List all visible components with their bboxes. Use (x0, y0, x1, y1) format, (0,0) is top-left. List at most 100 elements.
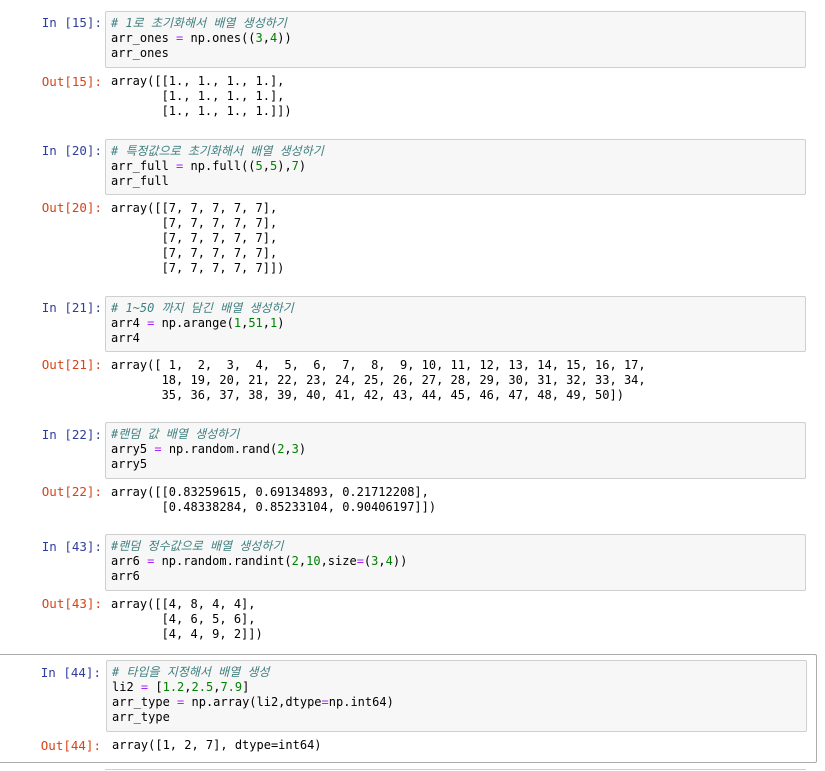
code-token: 2 (291, 554, 299, 568)
input-prompt: In [20]: (41, 143, 102, 158)
code-token: np.arange( (154, 316, 234, 330)
code-line: arr4 (111, 331, 800, 346)
cell-output: array([[1., 1., 1., 1.], [1., 1., 1., 1.… (111, 74, 292, 119)
code-comment: # 특정값으로 초기화해서 배열 생성하기 (111, 144, 324, 158)
output-line: array([[4, 8, 4, 4], (111, 597, 256, 611)
output-line: array([ 1, 2, 3, 4, 5, 6, 7, 8, 9, 10, 1… (111, 358, 646, 372)
output-line: [7, 7, 7, 7, 7], (111, 231, 278, 245)
code-line: arr_type (112, 710, 801, 725)
output-prompt: Out[15]: (41, 74, 102, 89)
cell-output: array([[0.83259615, 0.69134893, 0.217122… (111, 485, 436, 515)
output-line: 18, 19, 20, 21, 22, 23, 24, 25, 26, 27, … (111, 373, 646, 387)
code-token: , (262, 159, 270, 173)
code-token: = (321, 695, 329, 709)
output-prompt: Out[22]: (41, 484, 102, 499)
code-editor[interactable]: # 1~50 까지 담긴 배열 생성하기 arr4 = np.arange(1,5… (105, 296, 806, 352)
code-comment: # 1~50 까지 담긴 배열 생성하기 (111, 301, 294, 315)
code-comment: #랜덤 값 배열 생성하기 (111, 427, 240, 441)
output-line: array([1, 2, 7], dtype=int64) (112, 738, 322, 752)
output-prompt: Out[44]: (40, 738, 101, 753)
code-token: )) (392, 554, 408, 568)
code-line: arr_full = np.full((5,5),7) (111, 159, 800, 174)
cell-output: array([ 1, 2, 3, 4, 5, 6, 7, 8, 9, 10, 1… (111, 358, 646, 403)
code-editor[interactable]: # 1로 초기화해서 배열 생성하기 arr_ones = np.ones((3,… (105, 11, 806, 68)
code-token: ) (277, 316, 285, 330)
code-token: arry5 (111, 457, 148, 471)
code-token: arr6 (111, 569, 140, 583)
code-token: , (184, 680, 192, 694)
code-token: arr_type (112, 695, 178, 709)
code-line: arr6 = np.random.randint(2,10,size=(3,4)… (111, 554, 800, 569)
input-prompt: In [22]: (41, 427, 102, 442)
output-line: [7, 7, 7, 7, 7]]) (111, 261, 285, 275)
code-editor[interactable]: # 특정값으로 초기화해서 배열 생성하기 arr_full = np.full(… (105, 139, 806, 195)
input-prompt: In [44]: (40, 665, 101, 680)
output-line: [4, 4, 9, 2]]) (111, 627, 263, 641)
code-token: 3 (291, 442, 299, 456)
code-line: # 특정값으로 초기화해서 배열 생성하기 (111, 144, 800, 159)
output-line: [1., 1., 1., 1.], (111, 89, 285, 103)
code-editor[interactable]: #랜덤 정수값으로 배열 생성하기 arr6 = np.random.randin… (105, 534, 806, 591)
code-line: # 1로 초기화해서 배열 생성하기 (111, 16, 800, 31)
code-token: 7 (291, 159, 299, 173)
cell-output: array([1, 2, 7], dtype=int64) (112, 738, 322, 753)
code-token: 10 (306, 554, 321, 568)
cell-output: array([[7, 7, 7, 7, 7], [7, 7, 7, 7, 7],… (111, 201, 284, 276)
output-line: array([[1., 1., 1., 1.], (111, 74, 285, 88)
code-token: 2.5 (191, 680, 214, 694)
code-token: arr_ones (111, 46, 169, 60)
next-cell-edge (105, 769, 806, 770)
code-token: arry5 (111, 442, 155, 456)
output-prompt: Out[43]: (41, 596, 102, 611)
code-line: arr_full (111, 174, 800, 189)
code-line: arr6 (111, 569, 800, 584)
code-token: arr_ones (111, 31, 177, 45)
output-prompt: Out[21]: (41, 357, 102, 372)
code-line: arry5 (111, 457, 800, 472)
code-token: arr_full (111, 159, 177, 173)
code-token: np.random.rand( (161, 442, 278, 456)
code-token: , (378, 554, 386, 568)
code-token: np.int64) (328, 695, 394, 709)
output-line: array([[0.83259615, 0.69134893, 0.217122… (111, 485, 429, 499)
code-token: = (356, 554, 364, 568)
code-token: [ (148, 680, 163, 694)
input-prompt: In [21]: (41, 300, 102, 315)
output-prompt: Out[20]: (41, 200, 102, 215)
code-comment: #랜덤 정수값으로 배열 생성하기 (111, 539, 284, 553)
code-token: 7.9 (220, 680, 243, 694)
input-prompt: In [15]: (41, 15, 102, 30)
code-token: , (284, 442, 292, 456)
code-token: , (262, 31, 270, 45)
code-token: 3 (255, 31, 263, 45)
code-line: arr_ones (111, 46, 800, 61)
code-token: np.array(li2,dtype (184, 695, 322, 709)
code-line: #랜덤 정수값으로 배열 생성하기 (111, 539, 800, 554)
code-line: #랜덤 값 배열 생성하기 (111, 427, 800, 442)
code-token: , (262, 316, 270, 330)
code-token: np.random.randint( (154, 554, 292, 568)
code-comment: # 타입을 지정해서 배열 생성 (112, 665, 270, 679)
code-token: = (154, 442, 162, 456)
input-prompt: In [43]: (41, 539, 102, 554)
notebook-cell-44-selected[interactable]: In [44]: # 타입을 지정해서 배열 생성 li2 = [1.2,2.5,… (0, 654, 817, 763)
code-line: arry5 = np.random.rand(2,3) (111, 442, 800, 457)
code-token: ) (298, 442, 307, 456)
code-editor[interactable]: #랜덤 값 배열 생성하기 arry5 = np.random.rand(2,3)… (105, 422, 806, 479)
code-token: )) (277, 31, 292, 45)
output-line: [0.48338284, 0.85233104, 0.90406197]]) (111, 500, 437, 514)
code-line: arr_ones = np.ones((3,4)) (111, 31, 800, 46)
output-line: [7, 7, 7, 7, 7], (111, 216, 278, 230)
code-token: np.full(( (183, 159, 256, 173)
code-line: # 타입을 지정해서 배열 생성 (112, 665, 801, 680)
code-token: ,size (320, 554, 357, 568)
cell-output: array([[4, 8, 4, 4], [4, 6, 5, 6], [4, 4… (111, 597, 263, 642)
code-line: arr_type = np.array(li2,dtype=np.int64) (112, 695, 801, 710)
code-editor[interactable]: # 타입을 지정해서 배열 생성 li2 = [1.2,2.5,7.9] arr_t… (106, 660, 807, 732)
output-line: [4, 6, 5, 6], (111, 612, 256, 626)
code-token: arr6 (111, 554, 148, 568)
output-line: 35, 36, 37, 38, 39, 40, 41, 42, 43, 44, … (111, 388, 624, 402)
code-token: li2 (112, 680, 141, 694)
output-line: array([[7, 7, 7, 7, 7], (111, 201, 278, 215)
code-token: arr4 (111, 316, 148, 330)
